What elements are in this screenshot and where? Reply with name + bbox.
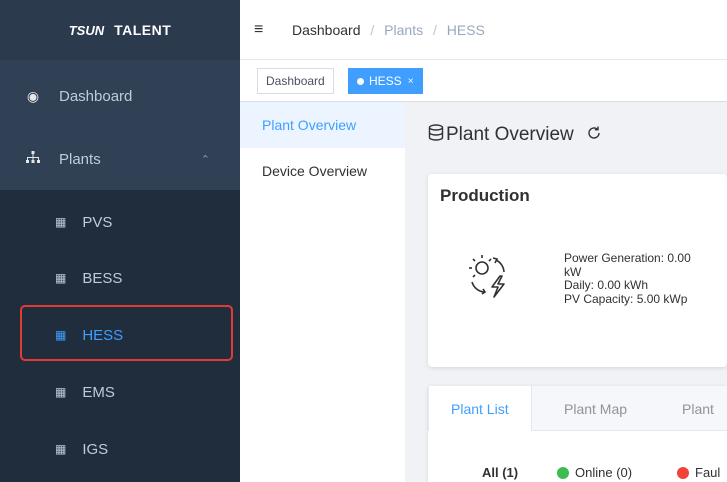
tag-hess[interactable]: HESS × bbox=[348, 68, 423, 94]
breadcrumb: Dashboard / Plants / HESS bbox=[292, 22, 485, 38]
sidebar-item-label: Dashboard bbox=[59, 87, 133, 105]
production-stats: Power Generation: 0.00 kW Daily: 0.00 kW… bbox=[564, 251, 694, 306]
status-online-label: Online (0) bbox=[575, 465, 633, 480]
logo-mark: TSUN bbox=[68, 22, 105, 38]
sidebar-item-label: BESS bbox=[82, 269, 123, 287]
sidebar-item-igs[interactable]: ▦ IGS bbox=[0, 420, 240, 478]
fault-dot-icon bbox=[677, 466, 689, 479]
status-filter-online[interactable]: Online (0) bbox=[557, 465, 632, 480]
sidebar-item-label: EMS bbox=[82, 383, 115, 401]
tab-plant-other[interactable]: Plant bbox=[660, 386, 727, 431]
database-icon bbox=[428, 124, 444, 146]
sidebar-item-label: Plants bbox=[59, 150, 101, 168]
tab-bar: Plant List Plant Map Plant bbox=[428, 386, 727, 431]
sidebar-item-pvs[interactable]: ▦ PVS bbox=[0, 193, 240, 251]
close-icon[interactable]: × bbox=[408, 76, 414, 87]
status-filter-all[interactable]: All (1) bbox=[482, 465, 518, 480]
page-title-text: Plant Overview bbox=[446, 124, 574, 145]
breadcrumb-separator: / bbox=[370, 21, 375, 38]
submenu-label: Plant Overview bbox=[262, 117, 357, 133]
dashboard-icon: ◉ bbox=[26, 87, 40, 104]
active-dot-icon bbox=[357, 77, 364, 85]
breadcrumb-home[interactable]: Dashboard bbox=[292, 22, 361, 38]
refresh-icon[interactable] bbox=[586, 125, 602, 146]
production-title: Production bbox=[440, 186, 530, 205]
top-navbar: ≡ Dashboard / Plants / HESS bbox=[240, 0, 727, 60]
breadcrumb-plants: Plants bbox=[384, 21, 424, 38]
tab-plant-list[interactable]: Plant List bbox=[428, 386, 532, 431]
pv-capacity-text: PV Capacity: 5.00 kWp bbox=[564, 291, 688, 306]
sidebar-item-plants[interactable]: Plants ⌃ bbox=[0, 131, 240, 187]
solar-power-icon bbox=[469, 255, 505, 298]
table-icon: ▦ bbox=[55, 215, 67, 229]
logo-name: TALENT bbox=[114, 22, 172, 38]
table-icon: ▦ bbox=[55, 271, 67, 285]
hamburger-menu-icon[interactable]: ≡ bbox=[254, 21, 274, 39]
tab-label: Plant bbox=[682, 400, 714, 417]
power-generation-text: Power Generation: 0.00 kW bbox=[564, 251, 691, 279]
submenu-label: Device Overview bbox=[262, 163, 368, 179]
tab-label: Plant List bbox=[451, 400, 509, 417]
status-fault-label: Faul bbox=[695, 465, 721, 480]
daily-text: Daily: 0.00 kWh bbox=[564, 278, 649, 292]
submenu-plant-overview[interactable]: Plant Overview bbox=[240, 102, 405, 148]
plants-tree-icon bbox=[25, 150, 41, 168]
table-icon: ▦ bbox=[55, 385, 67, 399]
tab-label: Plant Map bbox=[564, 400, 628, 417]
tags-view: Dashboard HESS × bbox=[240, 60, 727, 102]
page-title: Plant Overview bbox=[428, 124, 602, 146]
selection-highlight bbox=[20, 305, 233, 361]
tag-dashboard[interactable]: Dashboard bbox=[257, 68, 334, 94]
table-icon: ▦ bbox=[55, 442, 67, 456]
tab-plant-map[interactable]: Plant Map bbox=[542, 386, 649, 431]
sidebar-item-label: IGS bbox=[82, 440, 109, 458]
status-all-label: All (1) bbox=[482, 465, 519, 480]
online-dot-icon bbox=[557, 466, 569, 479]
sidebar-item-bess[interactable]: ▦ BESS bbox=[0, 249, 240, 307]
plant-submenu: Plant Overview Device Overview bbox=[240, 102, 405, 482]
production-card: Production Power Generation: 0.00 kW Dai… bbox=[428, 174, 727, 367]
chevron-up-icon: ⌃ bbox=[200, 153, 210, 166]
breadcrumb-hess: HESS bbox=[446, 21, 485, 38]
status-filter-fault[interactable]: Faul bbox=[677, 465, 720, 480]
sidebar-item-ems[interactable]: ▦ EMS bbox=[0, 363, 240, 421]
app-logo[interactable]: TSUN TALENT bbox=[0, 0, 240, 60]
sidebar: TSUN TALENT ◉ Dashboard Plants ⌃ ▦ PVS ▦… bbox=[0, 0, 240, 482]
breadcrumb-separator: / bbox=[432, 21, 437, 38]
tag-label: HESS bbox=[369, 74, 402, 88]
tag-label: Dashboard bbox=[266, 74, 325, 88]
submenu-device-overview[interactable]: Device Overview bbox=[240, 148, 405, 194]
sidebar-item-dashboard[interactable]: ◉ Dashboard bbox=[0, 68, 240, 124]
sidebar-item-label: PVS bbox=[82, 213, 113, 231]
